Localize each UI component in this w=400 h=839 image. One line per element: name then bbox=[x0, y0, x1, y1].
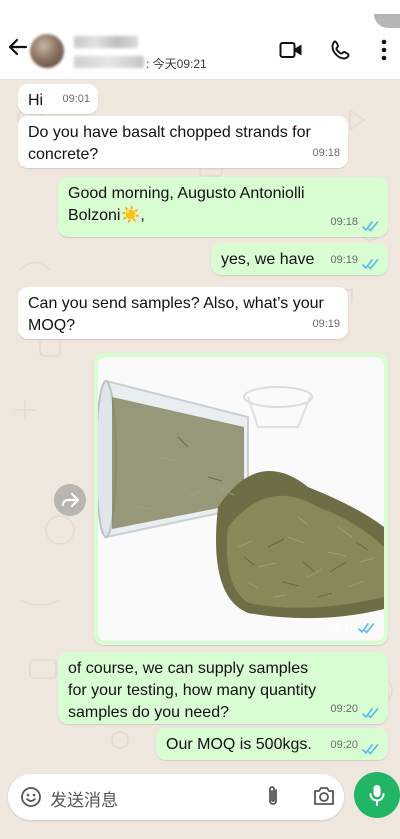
message-time: 09:18 bbox=[330, 216, 358, 228]
message-bubble-outgoing[interactable]: Good morning, Augusto Antoniolli Bolzoni… bbox=[58, 177, 388, 237]
chat-header: : 今天09:21 bbox=[0, 0, 400, 80]
basalt-strands-photo[interactable]: 09:19 bbox=[98, 357, 384, 641]
camera-icon[interactable] bbox=[312, 785, 336, 807]
message-bubble-incoming[interactable]: Do you have basalt chopped strands for c… bbox=[18, 116, 348, 168]
message-bubble-incoming[interactable]: Can you send samples? Also, what’s your … bbox=[18, 287, 348, 339]
read-ticks-icon bbox=[362, 259, 379, 270]
more-menu-icon[interactable] bbox=[376, 38, 392, 62]
message-input[interactable]: 发送消息 bbox=[50, 786, 118, 811]
back-arrow-icon[interactable] bbox=[6, 36, 28, 58]
message-text: yes, we have bbox=[221, 251, 315, 268]
mic-icon bbox=[369, 785, 385, 806]
sun-emoji-icon: ☀️ bbox=[120, 207, 141, 224]
message-text: Can you send samples? Also, what’s your … bbox=[28, 295, 324, 334]
mic-button[interactable] bbox=[354, 772, 400, 818]
message-time: 09:01 bbox=[62, 93, 90, 105]
message-text: Hi bbox=[28, 92, 44, 109]
message-text-line: Good morning, Augusto Antoniolli bbox=[68, 185, 305, 202]
avatar[interactable] bbox=[30, 34, 64, 68]
read-ticks-icon bbox=[362, 708, 379, 719]
message-bubble-outgoing[interactable]: yes, we have 09:19 bbox=[211, 243, 388, 275]
chat-area[interactable]: Hi 09:01 Do you have basalt chopped stra… bbox=[0, 80, 400, 770]
message-time: 09:19 bbox=[312, 318, 340, 330]
forward-icon bbox=[61, 492, 80, 508]
image-message[interactable]: 09:19 bbox=[94, 353, 388, 645]
read-ticks-icon bbox=[358, 623, 375, 634]
last-seen-redacted bbox=[74, 56, 144, 68]
contact-name[interactable] bbox=[74, 36, 138, 48]
message-bubble-outgoing[interactable]: Our MOQ is 500kgs. 09:20 bbox=[156, 728, 388, 760]
message-time: 09:20 bbox=[330, 703, 358, 715]
message-time: 09:20 bbox=[330, 739, 358, 751]
message-text: Do you have basalt chopped strands for c… bbox=[28, 124, 311, 163]
attach-icon[interactable] bbox=[264, 784, 282, 808]
last-seen-text: : 今天09:21 bbox=[146, 57, 207, 71]
message-composer[interactable]: 发送消息 bbox=[8, 774, 344, 820]
message-text: of course, we can supply samples for you… bbox=[68, 660, 317, 721]
message-time: 09:19 bbox=[330, 254, 358, 266]
message-time: 09:18 bbox=[312, 147, 340, 159]
video-call-icon[interactable] bbox=[279, 40, 303, 60]
message-bubble-outgoing[interactable]: of course, we can supply samples for you… bbox=[58, 652, 388, 724]
jar-with-chopped-strands-image bbox=[98, 379, 384, 619]
emoji-icon[interactable] bbox=[20, 786, 42, 808]
message-bubble-incoming[interactable]: Hi 09:01 bbox=[18, 84, 98, 114]
status-bar-edge bbox=[374, 14, 400, 28]
message-text: Our MOQ is 500kgs. bbox=[166, 736, 312, 753]
read-ticks-icon bbox=[362, 221, 379, 232]
message-time: 09:19 bbox=[328, 623, 356, 635]
voice-call-icon[interactable] bbox=[330, 39, 352, 61]
forward-button[interactable] bbox=[54, 484, 86, 516]
read-ticks-icon bbox=[362, 744, 379, 755]
